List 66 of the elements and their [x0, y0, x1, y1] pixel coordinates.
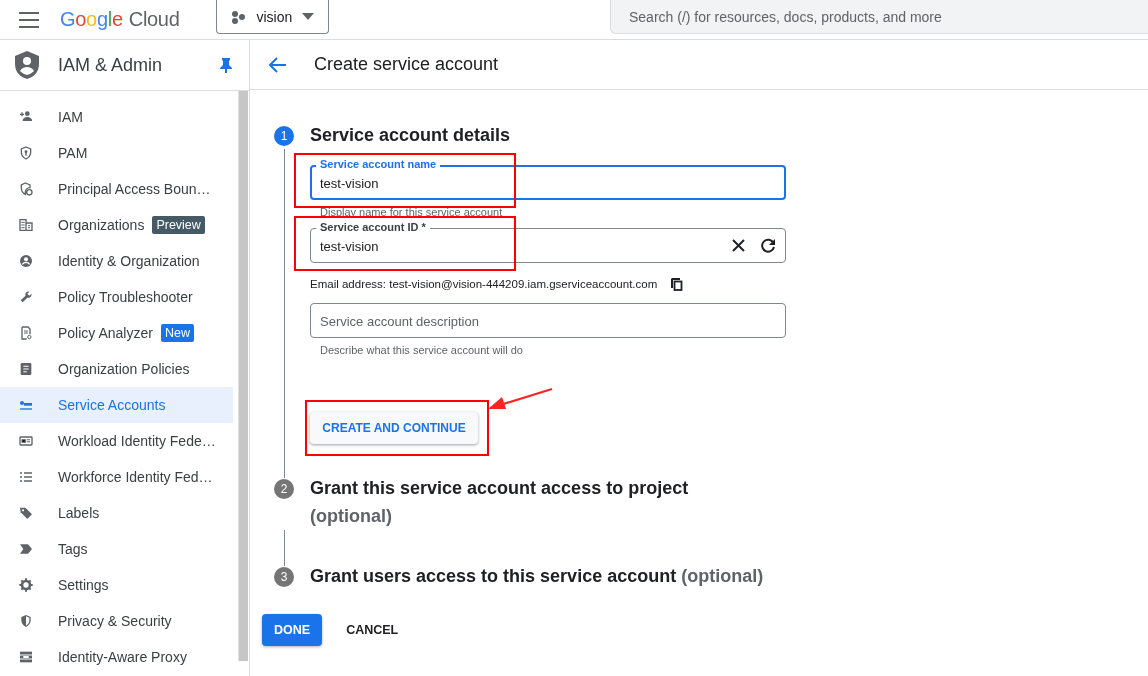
nav-item[interactable]: Identity-Aware Proxy	[0, 639, 233, 675]
section-title: IAM & Admin	[58, 54, 163, 76]
project-selector[interactable]: vision	[215, 0, 330, 34]
nav-item[interactable]: Settings	[0, 567, 233, 603]
search-field[interactable]: Search (/) for resources, docs, products, and more	[610, 0, 1148, 34]
dropdown-caret-icon	[302, 13, 315, 20]
create-and-continue-button[interactable]: CREATE AND CONTINUE	[310, 412, 478, 444]
copy-icon[interactable]	[670, 277, 684, 291]
text-field[interactable]: Service account name test-vision	[310, 157, 786, 200]
list-icon	[18, 469, 34, 485]
chevron-tag-icon	[18, 541, 34, 557]
helper-text: Describe what this service account will do	[319, 343, 524, 356]
step-number: 3	[274, 567, 294, 587]
tag-icon	[18, 505, 34, 521]
wrench-icon	[18, 289, 34, 305]
card-icon	[18, 433, 34, 449]
menu-icon[interactable]	[18, 10, 40, 29]
gear-icon	[18, 577, 34, 593]
nav-item[interactable]: Service Accounts	[0, 387, 233, 423]
project-icon	[230, 9, 247, 24]
proxy-icon	[18, 649, 34, 665]
email-address-text: Email address: test-vision@vision-444209.iam.gserviceaccount.com	[310, 278, 658, 290]
nav-item[interactable]: Privacy & Security	[0, 603, 233, 639]
nav-item[interactable]: Organization Policies	[0, 351, 233, 387]
clear-icon[interactable]	[732, 239, 745, 252]
step-title: Grant this service account access to project (optional)	[310, 477, 690, 528]
nav-item[interactable]: Policy Troubleshooter	[0, 279, 233, 315]
nav-item[interactable]: Workforce Identity Fed…	[0, 459, 233, 495]
field-value: test-vision	[320, 238, 379, 254]
step-title: Grant users access to this service account (optional)	[310, 565, 765, 588]
doc-icon	[18, 361, 34, 377]
step-number: 1	[274, 126, 294, 146]
building-icon	[18, 217, 34, 233]
text-field[interactable]: Service account description	[310, 295, 786, 338]
google-cloud-logo[interactable]: Google Cloud	[60, 8, 180, 31]
page-title: Create service account	[314, 54, 499, 75]
field-label: Service account name	[316, 158, 441, 171]
scrollbar[interactable]	[238, 91, 249, 661]
nav-item[interactable]: IAM	[0, 99, 233, 135]
pin-icon[interactable]	[219, 57, 233, 73]
shield-person-icon	[14, 50, 40, 80]
nav-item[interactable]: Labels	[0, 495, 233, 531]
shield-clock-icon	[18, 181, 34, 197]
doc-search-icon	[18, 325, 34, 341]
step-number: 2	[274, 479, 294, 499]
account-icon	[18, 253, 34, 269]
text-field[interactable]: Service account ID * test-vision	[310, 220, 786, 263]
nav-item[interactable]: Organizations Preview	[0, 207, 233, 243]
field-label: Service account ID *	[316, 221, 430, 234]
done-button[interactable]: DONE	[262, 614, 323, 646]
nav-item[interactable]: Principal Access Boun…	[0, 171, 233, 207]
nav-item[interactable]: Policy Analyzer New	[0, 315, 233, 351]
nav-item[interactable]: PAM	[0, 135, 233, 171]
status-tag: New	[160, 324, 194, 342]
field-value: test-vision	[320, 175, 379, 191]
step-title: Service account details	[310, 124, 512, 147]
nav-item[interactable]: Tags	[0, 531, 233, 567]
cancel-button[interactable]: CANCEL	[334, 614, 411, 646]
shield-key-icon	[18, 145, 34, 161]
field-placeholder: Service account description	[320, 313, 479, 329]
back-arrow-icon[interactable]	[268, 54, 288, 75]
shield-icon	[18, 613, 34, 629]
nav-item[interactable]: Workload Identity Fede…	[0, 423, 233, 459]
status-tag: Preview	[152, 216, 205, 234]
nav-item[interactable]: Identity & Organization	[0, 243, 233, 279]
refresh-icon[interactable]	[761, 238, 776, 253]
